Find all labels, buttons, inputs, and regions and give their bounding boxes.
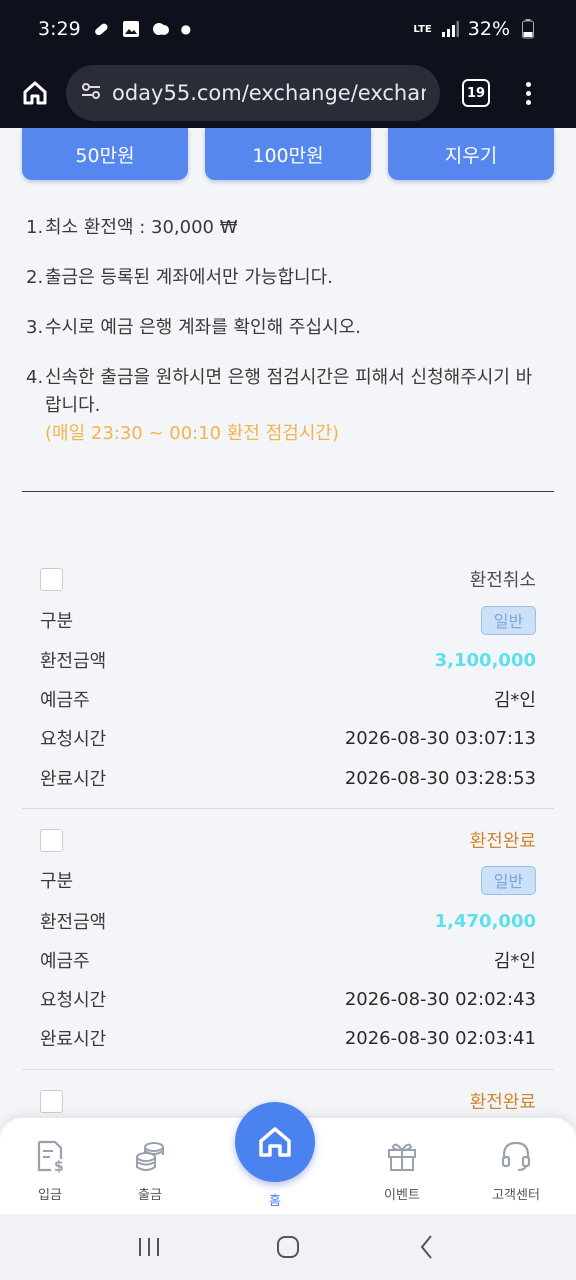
tab-switcher-button[interactable]: 19 bbox=[462, 79, 490, 107]
pill-icon bbox=[91, 19, 111, 39]
requested-time: 2026-08-30 03:07:13 bbox=[344, 727, 536, 749]
site-settings-icon[interactable] bbox=[80, 80, 102, 106]
record-divider bbox=[22, 808, 554, 809]
notification-dot-icon: ● bbox=[180, 22, 192, 36]
battery-icon bbox=[518, 19, 538, 39]
record-requested-row: 요청시간 2026-08-30 02:02:43 bbox=[40, 988, 536, 1012]
amount-quick-buttons: 50만원 100만원 지우기 bbox=[22, 128, 554, 180]
nav-deposit[interactable]: $ 입금 bbox=[5, 1138, 95, 1203]
url-text: oday55.com/exchange/exchang bbox=[112, 81, 426, 105]
depositor-name: 김*인 bbox=[493, 951, 536, 972]
notice-item: 2. 출금은 등록된 계좌에서만 가능합니다. bbox=[26, 264, 546, 292]
record-amount-row: 환전금액 1,470,000 bbox=[40, 910, 536, 934]
clear-button[interactable]: 지우기 bbox=[388, 128, 554, 180]
headset-icon bbox=[498, 1138, 534, 1174]
record-completed-row: 완료시간 2026-08-30 02:03:41 bbox=[40, 1027, 536, 1051]
back-icon[interactable] bbox=[407, 1227, 447, 1267]
type-badge: 일반 bbox=[481, 605, 536, 635]
nav-event[interactable]: 이벤트 bbox=[357, 1138, 447, 1203]
record-divider bbox=[22, 1069, 554, 1070]
record-status: 환전완료 bbox=[469, 1092, 536, 1113]
exchange-amount: 1,470,000 bbox=[434, 910, 536, 932]
battery-percent: 32% bbox=[467, 18, 510, 40]
notice-item: 1. 최소 환전액 : 30,000 ₩ bbox=[26, 214, 546, 242]
completed-time: 2026-08-30 03:28:53 bbox=[344, 767, 536, 789]
bottom-navigation: $ 입금 출금 홈 이벤트 고객센터 bbox=[0, 1102, 576, 1214]
nav-home-label: 홈 bbox=[269, 1194, 281, 1209]
coins-icon bbox=[132, 1138, 168, 1174]
record-type-row: 구분 일반 bbox=[40, 865, 536, 895]
deposit-icon: $ bbox=[32, 1138, 68, 1174]
notice-text: 수시로 예금 은행 계좌를 확인해 주십시오. bbox=[45, 317, 361, 338]
system-navigation-bar bbox=[0, 1214, 576, 1280]
recent-apps-icon[interactable] bbox=[129, 1227, 169, 1267]
nav-home-button[interactable] bbox=[235, 1102, 315, 1182]
nav-support[interactable]: 고객센터 bbox=[471, 1138, 561, 1203]
record-checkbox[interactable] bbox=[40, 567, 63, 591]
record-header: 환전취소 bbox=[40, 567, 536, 591]
record-type-row: 구분 일반 bbox=[40, 605, 536, 635]
exchange-page: 50만원 100만원 지우기 1. 최소 환전액 : 30,000 ₩ 2. 출… bbox=[0, 128, 576, 1118]
record-header: 환전완료 bbox=[40, 828, 536, 852]
add-1m-button[interactable]: 100만원 bbox=[205, 128, 371, 180]
notice-list: 1. 최소 환전액 : 30,000 ₩ 2. 출금은 등록된 계좌에서만 가능… bbox=[26, 214, 546, 470]
type-badge: 일반 bbox=[481, 865, 536, 895]
more-menu-icon[interactable] bbox=[526, 81, 531, 105]
record-checkbox[interactable] bbox=[40, 1089, 63, 1113]
record-status: 환전완료 bbox=[469, 831, 536, 852]
notice-text: 신속한 출금을 원하시면 은행 점검시간은 피해서 신청해주시기 바랍니다. bbox=[45, 367, 533, 416]
record-requested-row: 요청시간 2026-08-30 03:07:13 bbox=[40, 727, 536, 751]
status-time: 3:29 bbox=[38, 18, 81, 40]
gallery-icon bbox=[121, 19, 141, 39]
network-type: LTE bbox=[413, 23, 432, 35]
home-icon bbox=[259, 1127, 291, 1157]
record-depositor-row: 예금주 김*인 bbox=[40, 684, 536, 714]
record-status: 환전취소 bbox=[469, 570, 536, 591]
cloud-icon bbox=[151, 19, 171, 39]
requested-time: 2026-08-30 02:02:43 bbox=[344, 988, 536, 1010]
divider bbox=[22, 491, 554, 492]
address-bar[interactable]: oday55.com/exchange/exchang bbox=[66, 65, 440, 121]
notice-text: 최소 환전액 : 30,000 ₩ bbox=[45, 217, 238, 238]
completed-time: 2026-08-30 02:03:41 bbox=[344, 1027, 536, 1049]
browser-home-icon[interactable] bbox=[18, 76, 52, 110]
svg-text:$: $ bbox=[54, 1159, 64, 1173]
record-amount-row: 환전금액 3,100,000 bbox=[40, 649, 536, 673]
record-depositor-row: 예금주 김*인 bbox=[40, 945, 536, 975]
signal-icon bbox=[440, 19, 460, 39]
system-home-icon[interactable] bbox=[268, 1227, 308, 1267]
browser-toolbar: oday55.com/exchange/exchang 19 bbox=[0, 58, 576, 128]
status-bar: 3:29 ● LTE 32% bbox=[0, 0, 576, 58]
maintenance-time-notice: (매일 23:30 ~ 00:10 환전 점검시간) bbox=[45, 423, 339, 444]
record-checkbox[interactable] bbox=[40, 828, 63, 852]
notice-item: 4. 신속한 출금을 원하시면 은행 점검시간은 피해서 신청해주시기 바랍니다… bbox=[26, 364, 546, 448]
exchange-amount: 3,100,000 bbox=[434, 649, 536, 671]
record-completed-row: 완료시간 2026-08-30 03:28:53 bbox=[40, 767, 536, 791]
add-500k-button[interactable]: 50만원 bbox=[22, 128, 188, 180]
depositor-name: 김*인 bbox=[493, 690, 536, 711]
notice-item: 3. 수시로 예금 은행 계좌를 확인해 주십시오. bbox=[26, 314, 546, 342]
nav-withdraw[interactable]: 출금 bbox=[105, 1138, 195, 1203]
notice-text: 출금은 등록된 계좌에서만 가능합니다. bbox=[45, 267, 333, 288]
gift-icon bbox=[384, 1138, 420, 1174]
